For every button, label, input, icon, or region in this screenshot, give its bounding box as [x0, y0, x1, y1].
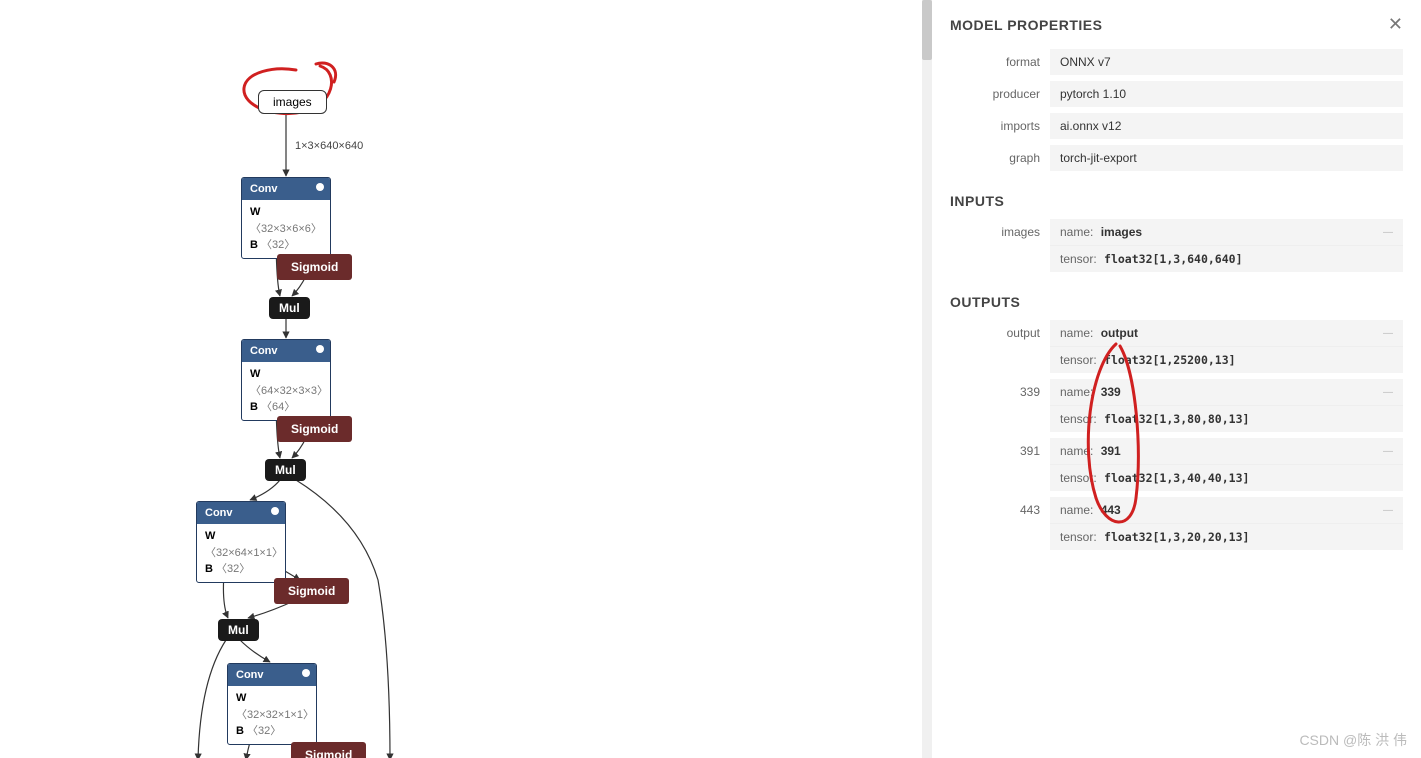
expand-icon[interactable]: — — [1383, 387, 1393, 398]
node-handle-icon — [302, 669, 310, 677]
io-label: 339 — [950, 379, 1050, 432]
conv-w: 〈32×32×1×1〉 — [236, 709, 314, 721]
conv-w: 〈64×32×3×3〉 — [250, 385, 328, 397]
io-tensor-cell[interactable]: tensor: float32[1,3,20,20,13] — [1050, 523, 1403, 550]
sigmoid-node-3[interactable]: Sigmoid — [274, 578, 349, 604]
property-label: imports — [950, 113, 1050, 139]
sigmoid-node-2[interactable]: Sigmoid — [277, 416, 352, 442]
graph-canvas[interactable]: images 1×3×640×640 Conv W 〈32×3×6×6〉 B 〈… — [0, 0, 931, 758]
properties-panel: MODEL PROPERTIES ✕ formatONNX v7producer… — [931, 0, 1421, 758]
io-row: 391name: 391—tensor: float32[1,3,40,40,1… — [950, 438, 1403, 491]
sigmoid-node-4[interactable]: Sigmoid — [291, 742, 366, 758]
sigmoid-node-1[interactable]: Sigmoid — [277, 254, 352, 280]
conv-title: Conv — [250, 345, 278, 357]
property-label: producer — [950, 81, 1050, 107]
io-row: outputname: output—tensor: float32[1,252… — [950, 320, 1403, 373]
outputs-list: outputname: output—tensor: float32[1,252… — [950, 320, 1403, 550]
io-label: images — [950, 219, 1050, 272]
property-value[interactable]: torch-jit-export — [1050, 145, 1403, 171]
io-name-cell[interactable]: name: 391— — [1050, 438, 1403, 464]
io-label: output — [950, 320, 1050, 373]
node-handle-icon — [316, 183, 324, 191]
io-name-cell[interactable]: name: 443— — [1050, 497, 1403, 523]
expand-icon[interactable]: — — [1383, 328, 1393, 339]
property-value[interactable]: pytorch 1.10 — [1050, 81, 1403, 107]
conv-node-1[interactable]: Conv W 〈32×3×6×6〉 B 〈32〉 — [241, 177, 331, 259]
graph-edges — [0, 0, 930, 758]
property-value[interactable]: ai.onnx v12 — [1050, 113, 1403, 139]
io-tensor-cell[interactable]: tensor: float32[1,3,40,40,13] — [1050, 464, 1403, 491]
mul-node-2[interactable]: Mul — [265, 459, 306, 481]
outputs-section-title: OUTPUTS — [950, 294, 1403, 310]
property-row: formatONNX v7 — [950, 49, 1403, 75]
io-label: 391 — [950, 438, 1050, 491]
property-row: graphtorch-jit-export — [950, 145, 1403, 171]
conv-title: Conv — [205, 507, 233, 519]
panel-title: MODEL PROPERTIES — [950, 17, 1102, 33]
conv-w: 〈32×64×1×1〉 — [205, 547, 283, 559]
inputs-section-title: INPUTS — [950, 193, 1403, 209]
property-label: format — [950, 49, 1050, 75]
mul-node-1[interactable]: Mul — [269, 297, 310, 319]
input-node-images[interactable]: images — [258, 90, 327, 114]
conv-title: Conv — [236, 669, 264, 681]
inputs-list: imagesname: images—tensor: float32[1,3,6… — [950, 219, 1403, 272]
expand-icon[interactable]: — — [1383, 227, 1393, 238]
scrollbar-thumb[interactable] — [922, 0, 932, 60]
io-row: 339name: 339—tensor: float32[1,3,80,80,1… — [950, 379, 1403, 432]
io-tensor-cell[interactable]: tensor: float32[1,3,80,80,13] — [1050, 405, 1403, 432]
node-handle-icon — [271, 507, 279, 515]
property-row: importsai.onnx v12 — [950, 113, 1403, 139]
io-name-cell[interactable]: name: 339— — [1050, 379, 1403, 405]
input-dims-label: 1×3×640×640 — [295, 140, 363, 152]
conv-w: 〈32×3×6×6〉 — [250, 223, 322, 235]
expand-icon[interactable]: — — [1383, 446, 1393, 457]
property-label: graph — [950, 145, 1050, 171]
io-tensor-cell[interactable]: tensor: float32[1,25200,13] — [1050, 346, 1403, 373]
conv-b: 〈64〉 — [261, 401, 295, 413]
conv-b: 〈32〉 — [216, 563, 250, 575]
conv-node-2[interactable]: Conv W 〈64×32×3×3〉 B 〈64〉 — [241, 339, 331, 421]
property-row: producerpytorch 1.10 — [950, 81, 1403, 107]
conv-b: 〈32〉 — [261, 239, 295, 251]
scroll-track — [922, 0, 932, 758]
io-row: imagesname: images—tensor: float32[1,3,6… — [950, 219, 1403, 272]
io-label: 443 — [950, 497, 1050, 550]
conv-b: 〈32〉 — [247, 725, 281, 737]
close-icon[interactable]: ✕ — [1388, 14, 1403, 35]
property-value[interactable]: ONNX v7 — [1050, 49, 1403, 75]
conv-node-3[interactable]: Conv W 〈32×64×1×1〉 B 〈32〉 — [196, 501, 286, 583]
input-node-label: images — [273, 95, 312, 109]
io-name-cell[interactable]: name: images— — [1050, 219, 1403, 245]
mul-node-3[interactable]: Mul — [218, 619, 259, 641]
io-row: 443name: 443—tensor: float32[1,3,20,20,1… — [950, 497, 1403, 550]
conv-node-4[interactable]: Conv W 〈32×32×1×1〉 B 〈32〉 — [227, 663, 317, 745]
node-handle-icon — [316, 345, 324, 353]
expand-icon[interactable]: — — [1383, 505, 1393, 516]
io-name-cell[interactable]: name: output— — [1050, 320, 1403, 346]
model-properties-list: formatONNX v7producerpytorch 1.10imports… — [950, 49, 1403, 171]
conv-title: Conv — [250, 183, 278, 195]
io-tensor-cell[interactable]: tensor: float32[1,3,640,640] — [1050, 245, 1403, 272]
